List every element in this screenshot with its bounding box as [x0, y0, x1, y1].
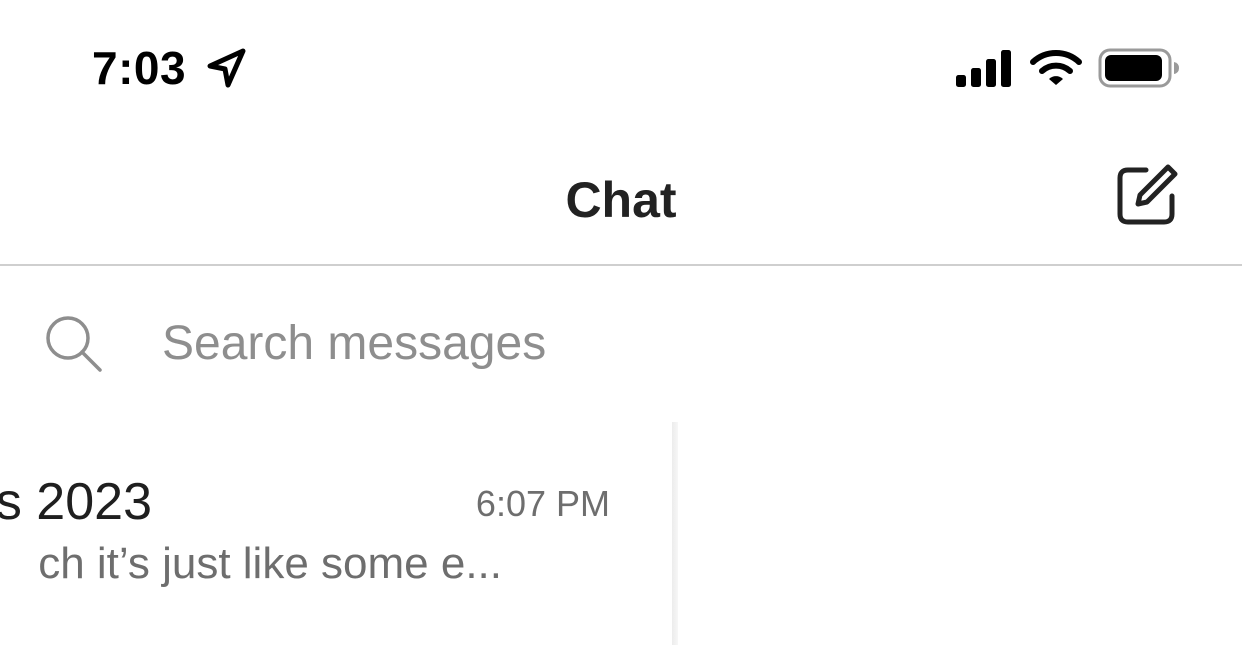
compose-icon: [1117, 164, 1178, 225]
search-input[interactable]: [162, 308, 1162, 378]
conversation-timestamp: 6:07 PM: [475, 483, 610, 524]
chat-screen: 7:03 Chat s 2023: [0, 0, 1242, 645]
cellular-signal-icon: [956, 50, 1011, 87]
location-arrow-icon: [207, 48, 246, 88]
search-icon: [46, 316, 102, 372]
status-time: 7:03: [92, 42, 187, 94]
conversation-preview: ch it’s just like some e...: [38, 539, 502, 588]
nav-divider: [0, 264, 1242, 266]
conversation-title: s 2023: [0, 473, 152, 531]
conversation-item[interactable]: s 2023 6:07 PM ch it’s just like some e.…: [0, 422, 672, 645]
compose-button[interactable]: [1114, 162, 1180, 228]
conversation-list: s 2023 6:07 PM ch it’s just like some e.…: [0, 422, 672, 645]
page-title: Chat: [565, 172, 677, 228]
search-bar: [0, 298, 1242, 390]
wifi-icon: [1030, 50, 1082, 85]
battery-icon: [1098, 48, 1179, 88]
detail-pane: [678, 422, 1242, 645]
